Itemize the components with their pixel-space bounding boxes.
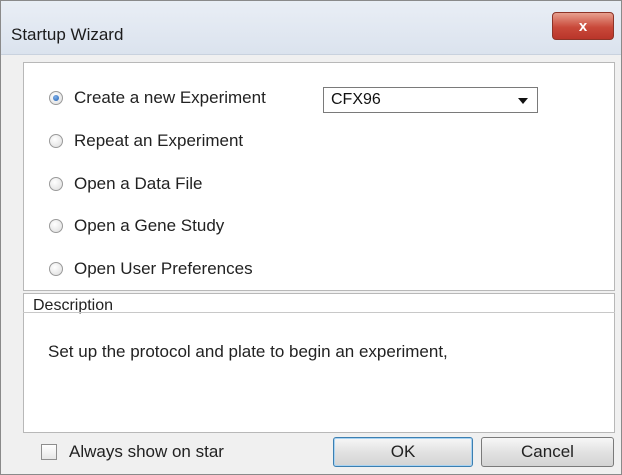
radio-repeat-experiment[interactable] (49, 134, 63, 148)
always-show-checkbox[interactable] (41, 444, 57, 460)
option-label: Open a Data File (74, 174, 203, 193)
option-repeat-experiment[interactable]: Repeat an Experiment (49, 129, 243, 153)
option-open-gene-study[interactable]: Open a Gene Study (49, 214, 224, 238)
option-label: Repeat an Experiment (74, 131, 244, 150)
option-label: Open User Preferences (74, 259, 253, 278)
title-bar[interactable]: Startup Wizard x (1, 1, 621, 55)
option-open-user-preferences[interactable]: Open User Preferences (49, 257, 253, 281)
dialog-title: Startup Wizard (11, 25, 124, 44)
always-show-option[interactable]: Always show on star (41, 442, 264, 462)
ok-button[interactable]: OK (333, 437, 473, 467)
radio-create-experiment[interactable] (49, 91, 63, 105)
radio-open-data-file[interactable] (49, 177, 63, 191)
close-icon: x (578, 17, 588, 35)
instrument-select-value: CFX96 (331, 91, 381, 108)
option-label: Open a Gene Study (74, 216, 225, 235)
always-show-label: Always show on star (69, 442, 224, 461)
startup-wizard-dialog: Startup Wizard x Create a new Experiment… (0, 0, 622, 475)
instrument-select[interactable]: CFX96 (323, 87, 538, 113)
close-button[interactable]: x (552, 12, 614, 40)
option-label: Create a new Experiment (74, 88, 266, 107)
description-divider (23, 312, 615, 313)
option-create-experiment[interactable]: Create a new Experiment (49, 86, 266, 110)
option-open-data-file[interactable]: Open a Data File (49, 172, 203, 196)
chevron-down-icon[interactable] (518, 98, 528, 104)
radio-open-user-preferences[interactable] (49, 262, 63, 276)
radio-open-gene-study[interactable] (49, 219, 63, 233)
cancel-button[interactable]: Cancel (481, 437, 614, 467)
description-text: Set up the protocol and plate to begin a… (48, 342, 448, 361)
